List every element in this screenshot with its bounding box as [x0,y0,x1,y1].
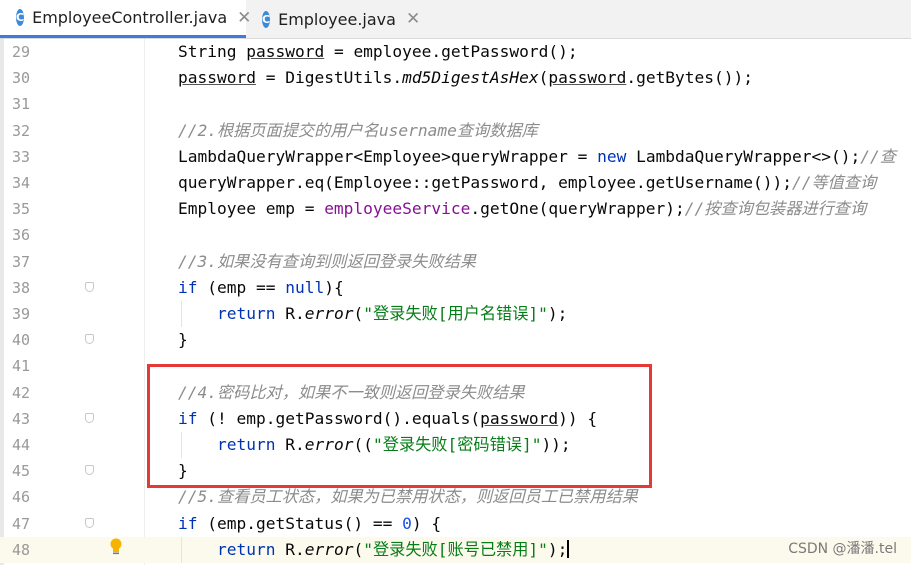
code-line[interactable]: 47 if (emp.getStatus() == 0) { [0,511,911,537]
code-text: if (emp == null){ [178,277,344,297]
code-text: return R.error("登录失败[用户名错误]"); [216,304,568,323]
code-line[interactable]: 29 String password = employee.getPassword… [0,39,911,65]
line-number: 45 [12,462,31,481]
code-text: LambdaQueryWrapper<Employee>queryWrapper… [178,146,896,166]
code-text: } [178,330,188,350]
highlight-box [147,364,652,488]
fold-marker-icon[interactable] [85,281,94,292]
tab-employee[interactable]: C Employee.java ✕ [246,0,420,38]
fold-marker-icon[interactable] [85,334,94,345]
code-line[interactable]: 36 [0,222,911,248]
line-number: 40 [12,331,31,350]
line-number: 37 [12,252,31,271]
line-number: 47 [12,514,31,533]
line-number: 42 [12,383,31,402]
line-number: 32 [12,121,31,140]
line-number: 46 [12,488,31,507]
line-number: 48 [12,540,31,559]
code-line[interactable]: 33 LambdaQueryWrapper<Employee>queryWrapp… [0,144,911,170]
indent-guide [181,301,182,328]
line-number: 29 [12,43,31,61]
fold-marker-icon[interactable] [85,465,94,476]
line-number: 41 [12,357,31,376]
code-text: //5.查看员工状态，如果为已禁用状态，则返回员工已禁用结果 [178,487,638,507]
code-text: password = DigestUtils.md5DigestAsHex(pa… [178,68,754,88]
code-line[interactable]: 39 return R.error("登录失败[用户名错误]"); [0,301,911,327]
code-text: //3.如果没有查询到则返回登录失败结果 [178,251,476,271]
line-number: 36 [12,226,31,245]
line-number: 38 [12,278,31,297]
code-line[interactable]: 30 password = DigestUtils.md5DigestAsHex(… [0,65,911,91]
code-line[interactable]: 38 if (emp == null){ [0,275,911,301]
code-line[interactable]: 32 //2.根据页面提交的用户名username查询数据库 [0,118,911,144]
line-number: 34 [12,174,31,192]
indent-guide [181,536,182,563]
line-number: 44 [12,436,31,454]
code-line[interactable]: 46 //5.查看员工状态，如果为已禁用状态，则返回员工已禁用结果 [0,484,911,510]
code-text: if (emp.getStatus() == 0) { [178,513,442,533]
fold-marker-icon[interactable] [85,412,94,423]
fold-marker-icon[interactable] [85,517,94,528]
code-line[interactable]: 35 Employee emp = employeeService.getOne(… [0,196,911,222]
code-line[interactable]: 31 [0,91,911,117]
line-number: 31 [12,95,31,114]
close-icon[interactable]: ✕ [406,9,420,29]
line-number: 39 [12,305,31,323]
line-number: 43 [12,409,31,428]
code-text: return R.error("登录失败[账号已禁用]"); [216,539,570,559]
code-line[interactable]: 48 return R.error("登录失败[账号已禁用]"); [0,536,911,563]
tab-label: EmployeeController.java [32,8,228,27]
editor-tab-bar: C EmployeeController.java ✕ C Employee.j… [0,0,911,39]
code-text: Employee emp = employeeService.getOne(qu… [178,199,867,219]
csdn-watermark: CSDN @潘潘.tel [788,541,897,557]
code-text: String password = employee.getPassword()… [178,42,578,61]
java-class-icon: C [16,9,25,26]
line-number: 33 [12,147,31,166]
code-line[interactable]: 34 queryWrapper.eq(Employee::getPassword,… [0,170,911,196]
code-line[interactable]: 40} [0,327,911,353]
lightbulb-icon[interactable] [109,538,123,556]
line-number: 30 [12,69,31,88]
code-line[interactable]: 37 //3.如果没有查询到则返回登录失败结果 [0,249,911,275]
code-text: queryWrapper.eq(Employee::getPassword, e… [178,173,877,192]
tab-employee-controller[interactable]: C EmployeeController.java ✕ [0,0,251,38]
java-class-icon: C [262,10,271,28]
line-number: 35 [12,200,31,219]
code-text: //2.根据页面提交的用户名username查询数据库 [178,120,538,140]
tab-label: Employee.java [278,9,396,29]
